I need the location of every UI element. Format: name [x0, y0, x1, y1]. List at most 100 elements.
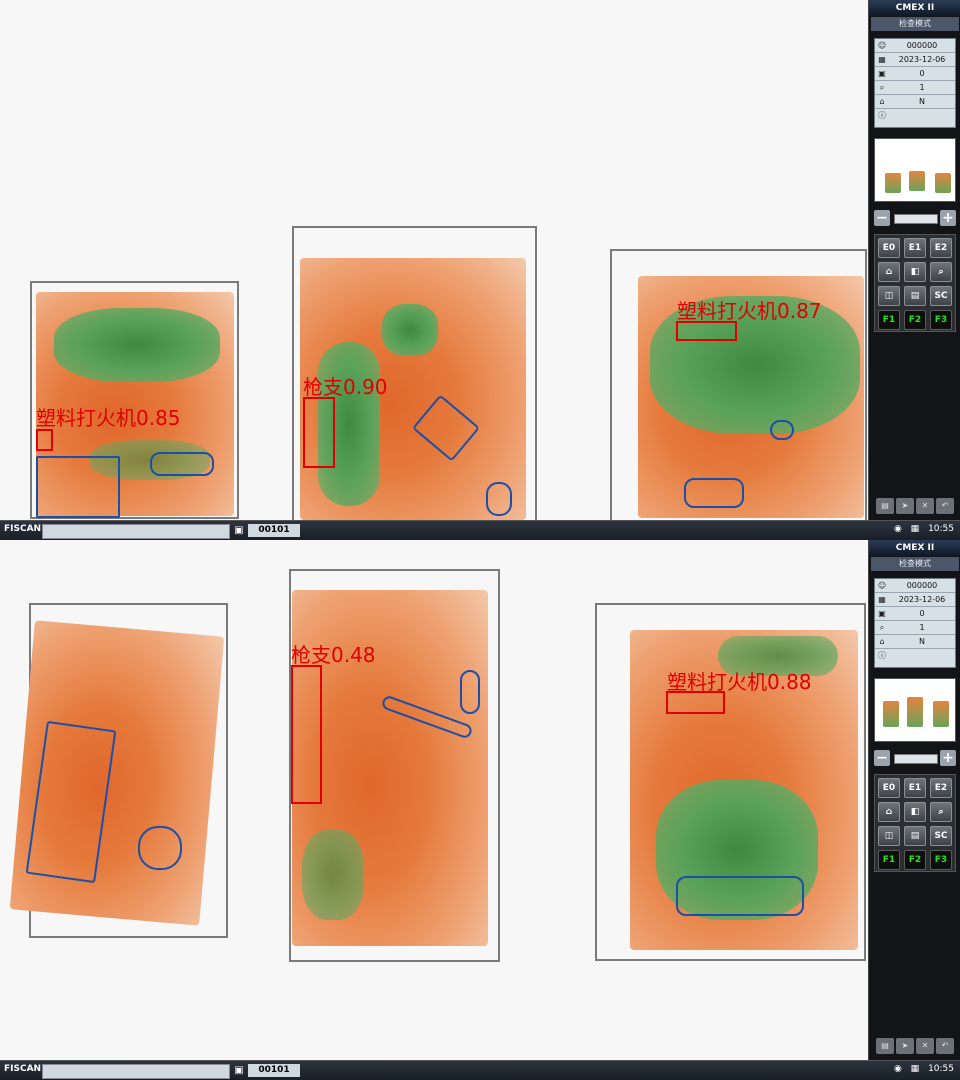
- image-thumbnail[interactable]: [874, 138, 956, 202]
- metal-object: [684, 478, 744, 508]
- sc-button[interactable]: SC: [930, 286, 952, 306]
- forward-icon[interactable]: ➤: [896, 1038, 914, 1054]
- network-tray-icon: ▦: [910, 1064, 920, 1074]
- contrast-icon[interactable]: ◧: [904, 802, 926, 822]
- contrast-icon[interactable]: ◧: [904, 262, 926, 282]
- control-panel: CMEX II 检查模式 ☺ 000000 ▦ 2023-12-06 ▣ 0 ⌕ 1 ⌂…: [868, 540, 960, 1060]
- detection-label: 塑料打火机0.88: [667, 670, 812, 694]
- e2-button[interactable]: E2: [930, 778, 952, 798]
- f3-button[interactable]: F3: [930, 310, 952, 330]
- image-thumbnail[interactable]: [874, 678, 956, 742]
- bottom-button-row: ▤ ➤ ✕ ↶: [874, 1038, 956, 1056]
- control-panel: CMEX II 检查模式 ☺ 000000 ▦ 2023-12-06 ▣ 0 ⌕ 1 ⌂…: [868, 0, 960, 520]
- brand-label: FISCAN: [4, 524, 42, 534]
- record-icon[interactable]: ▤: [904, 286, 926, 306]
- thumbnail-bag: [909, 171, 925, 191]
- panel-title: CMEX II: [869, 540, 960, 556]
- e0-button[interactable]: E0: [878, 238, 900, 258]
- save-icon[interactable]: ▤: [876, 498, 894, 514]
- save-icon[interactable]: ▤: [876, 1038, 894, 1054]
- zoom-out-button[interactable]: −: [874, 210, 890, 226]
- zoom-value: 1: [919, 623, 925, 632]
- info-table: ☺ 000000 ▦ 2023-12-06 ▣ 0 ⌕ 1 ⌂ N ⓘ: [874, 578, 956, 668]
- metal-object: [36, 456, 120, 518]
- metal-object: [138, 826, 182, 870]
- network-icon: ⌂: [879, 637, 885, 646]
- e1-button[interactable]: E1: [904, 778, 926, 798]
- info-value: [891, 650, 953, 662]
- zoom-slider[interactable]: [894, 214, 938, 224]
- e2-button[interactable]: E2: [930, 238, 952, 258]
- tools-icon[interactable]: ✕: [916, 1038, 934, 1054]
- zoom-value: 1: [919, 83, 925, 92]
- magnifier-icon: ⌕: [879, 623, 885, 632]
- info-row-bag-count: ▣ 0: [875, 607, 955, 621]
- home-icon[interactable]: ⌂: [878, 802, 900, 822]
- forward-icon[interactable]: ➤: [896, 498, 914, 514]
- info-icon: ⓘ: [878, 651, 886, 660]
- wireless-icon: ◉: [893, 524, 902, 534]
- detection-box[interactable]: [303, 397, 335, 468]
- back-icon[interactable]: ↶: [936, 1038, 954, 1054]
- record-icon[interactable]: ▤: [904, 826, 926, 846]
- f2-button[interactable]: F2: [904, 310, 926, 330]
- f1-button[interactable]: F1: [878, 310, 900, 330]
- detection-box[interactable]: [291, 665, 322, 804]
- network-icon: ⌂: [879, 97, 885, 106]
- metal-object: [460, 670, 480, 714]
- tools-icon[interactable]: ✕: [916, 498, 934, 514]
- detection-box[interactable]: [36, 429, 53, 451]
- suitcase-icon: ▣: [234, 1065, 244, 1076]
- top-screen: 塑料打火机0.85 枪支0.90 塑料打火机0.87 CMEX II 检查模式 …: [0, 0, 960, 540]
- metal-object: [676, 876, 804, 916]
- detection-label: 塑料打火机0.87: [677, 299, 822, 323]
- function-button-grid: E0 E1 E2 ⌂ ◧ ⌕ ◫ ▤ SC F1 F2 F3: [874, 234, 956, 332]
- status-field: [42, 524, 230, 539]
- network-value: N: [919, 97, 925, 106]
- magnifier-icon: ⌕: [879, 83, 885, 92]
- e0-button[interactable]: E0: [878, 778, 900, 798]
- sc-button[interactable]: SC: [930, 826, 952, 846]
- e1-button[interactable]: E1: [904, 238, 926, 258]
- f2-button[interactable]: F2: [904, 850, 926, 870]
- back-icon[interactable]: ↶: [936, 498, 954, 514]
- magnify-icon[interactable]: ⌕: [930, 802, 952, 822]
- f3-button[interactable]: F3: [930, 850, 952, 870]
- info-table: ☺ 000000 ▦ 2023-12-06 ▣ 0 ⌕ 1 ⌂ N ⓘ: [874, 38, 956, 128]
- bag-count-value: 0: [919, 69, 925, 78]
- zoom-out-button[interactable]: −: [874, 750, 890, 766]
- magnify-icon[interactable]: ⌕: [930, 262, 952, 282]
- thumbnail-bag: [933, 701, 949, 727]
- panel-title: CMEX II: [869, 0, 960, 16]
- detection-label: 枪支0.48: [291, 643, 376, 667]
- zoom-in-button[interactable]: +: [940, 210, 956, 226]
- operator-id: 000000: [906, 581, 938, 590]
- thumbnail-bag: [883, 701, 899, 727]
- calendar-icon: ▦: [878, 55, 886, 64]
- operator-icon: ☺: [877, 581, 887, 590]
- clock: 10:55: [928, 1064, 954, 1074]
- taskbar: FISCAN ▣ 00101 ◉ ▦ 10:55: [0, 1060, 960, 1080]
- zoom-in-button[interactable]: +: [940, 750, 956, 766]
- home-icon[interactable]: ⌂: [878, 262, 900, 282]
- mode-label: 检查模式: [871, 17, 959, 31]
- taskbar: FISCAN ▣ 00101 ◉ ▦ 10:55: [0, 520, 960, 540]
- zoom-control: − +: [874, 750, 956, 766]
- info-row-date: ▦ 2023-12-06: [875, 593, 955, 607]
- bottom-button-row: ▤ ➤ ✕ ↶: [874, 498, 956, 516]
- info-value: [891, 110, 953, 122]
- info-row-network: ⌂ N: [875, 95, 955, 109]
- f1-button[interactable]: F1: [878, 850, 900, 870]
- split-view-icon[interactable]: ◫: [878, 826, 900, 846]
- system-tray: ◉ ▦ 10:55: [888, 524, 954, 534]
- zoom-slider[interactable]: [894, 754, 938, 764]
- bag-count-icon: ▣: [878, 609, 886, 618]
- info-row-info: ⓘ: [875, 109, 955, 123]
- detection-box[interactable]: [676, 321, 737, 341]
- metal-object: [770, 420, 794, 440]
- detection-box[interactable]: [666, 691, 725, 714]
- scan-view: 枪支0.48 塑料打火机0.88: [0, 540, 868, 1060]
- thumbnail-bag: [935, 173, 951, 193]
- split-view-icon[interactable]: ◫: [878, 286, 900, 306]
- info-row-network: ⌂ N: [875, 635, 955, 649]
